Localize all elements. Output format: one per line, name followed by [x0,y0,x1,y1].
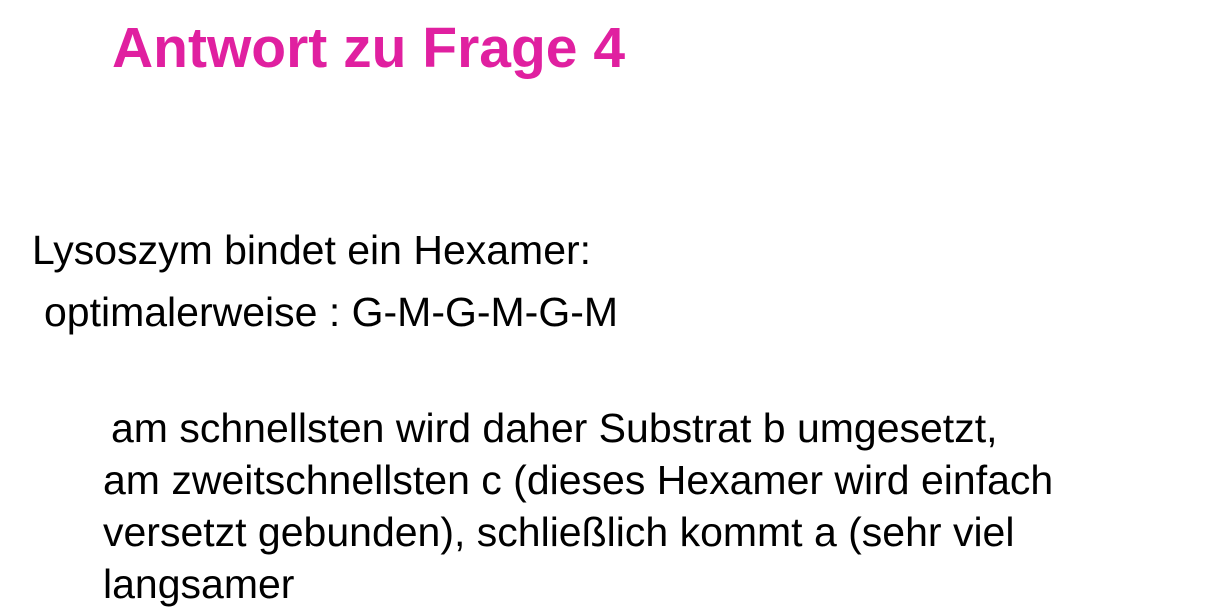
explanation-paragraph: am schnellsten wird daher Substrat b umg… [103,402,1229,610]
paragraph-line: langsamer [103,561,295,607]
slide: Antwort zu Frage 4 Lysoszym bindet ein H… [0,0,1229,615]
paragraph-line: versetzt gebunden), schließlich kommt a … [103,509,1015,555]
paragraph-line: am zweitschnellsten c (dieses Hexamer wi… [103,457,1054,503]
paragraph-line: am schnellsten wird daher Substrat b umg… [111,405,998,451]
statement-optimal-sequence: optimalerweise : G-M-G-M-G-M [44,289,619,335]
slide-title: Antwort zu Frage 4 [112,16,626,80]
statement-hexamer: Lysoszym bindet ein Hexamer: [32,227,592,273]
